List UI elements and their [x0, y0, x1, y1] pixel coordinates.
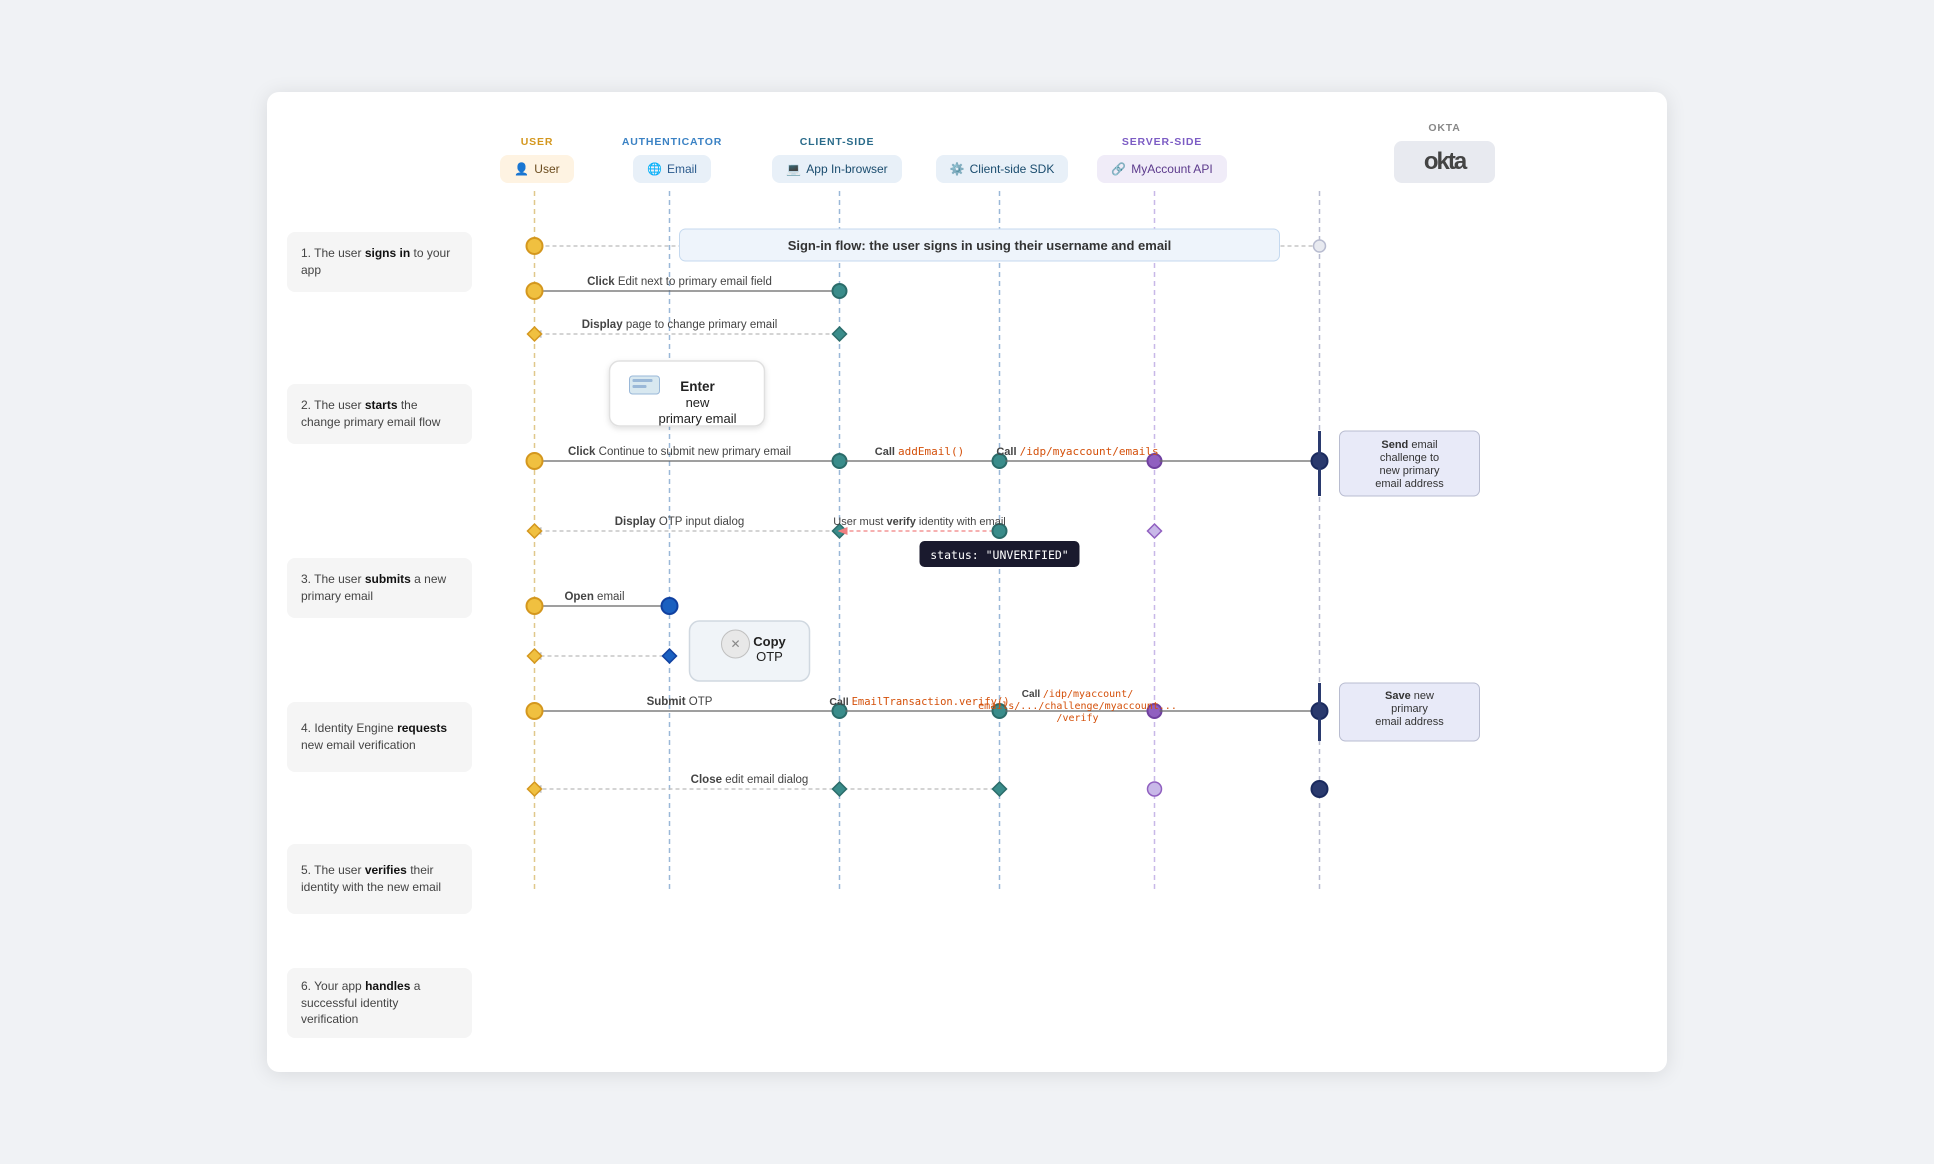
user-icon: 👤 [514, 162, 529, 176]
browser-icon: 💻 [786, 162, 801, 176]
step-2-label: 2. The user starts the change primary em… [301, 397, 458, 431]
sequence-diagram: Sign-in flow: the user signs in using th… [472, 191, 1647, 891]
step-3-label: 3. The user submits a new primary email [301, 571, 458, 605]
svg-text:new: new [686, 395, 710, 410]
svg-text:primary email: primary email [658, 411, 736, 426]
email-icon: 🌐 [647, 162, 662, 176]
step-5: 5. The user verifies their identity with… [287, 844, 472, 918]
svg-text:status: "UNVERIFIED": status: "UNVERIFIED" [930, 548, 1068, 562]
svg-text:OTP: OTP [756, 649, 783, 664]
svg-text:Display page to cha: Display page to change primary email [582, 319, 778, 331]
svg-text:emails/.../challenge/myaccount: emails/.../challenge/myaccount... [978, 701, 1177, 712]
step-4-label: 4. Identity Engine requests new email ve… [301, 720, 458, 754]
server-col-label: SERVER-SIDE [1122, 136, 1202, 148]
step-6-label: 6. Your app handles a successful identit… [301, 978, 458, 1028]
svg-text:Send email: Send email [1381, 439, 1437, 451]
server-pill: 🔗 MyAccount API [1097, 155, 1226, 183]
svg-text:Open email: Open email [564, 591, 624, 603]
svg-text:Enter: Enter [680, 379, 715, 394]
sdk-pill: ⚙️ Client-side SDK [936, 155, 1069, 183]
link-icon: 🔗 [1111, 162, 1126, 176]
svg-text:primary: primary [1391, 703, 1428, 715]
svg-text:Save new: Save new [1385, 690, 1434, 702]
diagram-container: 1. The user signs in to your app 2. The … [267, 92, 1667, 1072]
step-1-label: 1. The user signs in to your app [301, 245, 458, 279]
svg-text:Display OTP input d: Display OTP input dialog [615, 516, 745, 528]
svg-text:Call addEmail(): Call addEmail() [875, 445, 964, 458]
step-6: 6. Your app handles a successful identit… [287, 968, 472, 1042]
svg-text:new primary: new primary [1380, 465, 1440, 477]
svg-text:✕: ✕ [730, 637, 740, 651]
sidebar: 1. The user signs in to your app 2. The … [287, 122, 472, 1042]
user-col-label: USER [521, 136, 554, 148]
step-2: 2. The user starts the change primary em… [287, 384, 472, 448]
auth-col-label: AUTHENTICATOR [622, 136, 722, 148]
okta-pill: okta [1394, 141, 1495, 183]
svg-text:Close edit email di: Close edit email dialog [691, 774, 809, 786]
svg-text:User must verify: User must verify identity with email [833, 516, 1005, 528]
step-1: 1. The user signs in to your app [287, 232, 472, 296]
auth-pill: 🌐 Email [633, 155, 711, 183]
user-pill: 👤 User [500, 155, 573, 183]
gear-icon: ⚙️ [950, 162, 965, 176]
client-pill: 💻 App In-browser [772, 155, 901, 183]
svg-text:Submit OTP: Submit OTP [647, 696, 713, 708]
step-4: 4. Identity Engine requests new email ve… [287, 702, 472, 776]
main-area: USER 👤 User AUTHENTICATOR 🌐 Email [472, 122, 1647, 1042]
svg-text:Call /idp/myaccount: Call /idp/myaccount/ [1022, 689, 1133, 700]
svg-text:challenge to: challenge to [1380, 452, 1439, 464]
svg-text:Click Continue to s: Click Continue to submit new primary ema… [568, 446, 791, 458]
step-3: 3. The user submits a new primary email [287, 558, 472, 622]
svg-text:Copy: Copy [753, 634, 786, 649]
svg-text:Click Edit next to: Click Edit next to primary email field [587, 276, 772, 288]
svg-text:/verify: /verify [1056, 713, 1098, 724]
svg-text:Sign-in flow: the user signs: Sign-in flow: the user signs in using th… [788, 238, 1172, 253]
svg-text:Call /idp/myaccount: Call /idp/myaccount/emails [996, 445, 1158, 458]
client-col-label: CLIENT-SIDE [800, 136, 875, 148]
okta-col-label: OKTA [1428, 122, 1460, 134]
svg-text:email address: email address [1375, 478, 1444, 490]
svg-text:email address: email address [1375, 716, 1444, 728]
step-5-label: 5. The user verifies their identity with… [301, 862, 458, 896]
